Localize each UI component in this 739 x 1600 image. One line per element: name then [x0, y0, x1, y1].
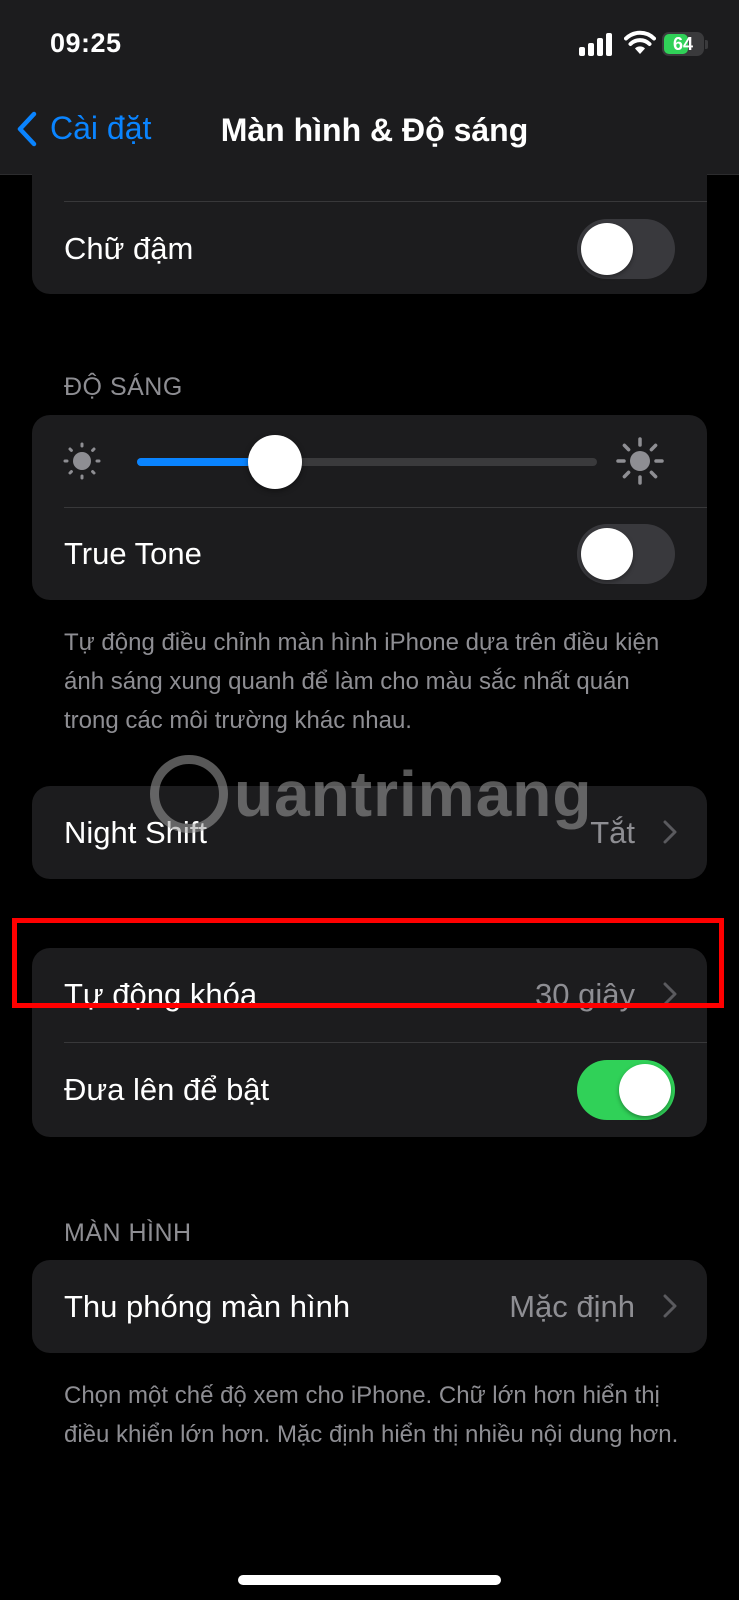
auto-lock-value: 30 giây [535, 976, 635, 1012]
night-shift-row[interactable]: Night Shift Tắt [32, 786, 707, 879]
sun-large-icon [616, 437, 664, 485]
display-zoom-row[interactable]: Thu phóng màn hình Mặc định [32, 1260, 707, 1353]
night-shift-card: Night Shift Tắt [32, 786, 707, 879]
raise-to-wake-row: Đưa lên để bật [32, 1043, 707, 1136]
raise-to-wake-toggle[interactable] [577, 1059, 675, 1120]
lock-settings-card: Tự động khóa 30 giây Đưa lên để bật [32, 948, 707, 1137]
display-zoom-footnote: Chọn một chế độ xem cho iPhone. Chữ lớn … [64, 1382, 679, 1448]
text-settings-card: Chữ đậm [32, 174, 707, 294]
status-time: 09:25 [50, 28, 122, 58]
brightness-slider[interactable] [137, 458, 597, 466]
display-section-header: MÀN HÌNH [64, 1219, 192, 1247]
sun-small-icon [63, 442, 101, 480]
true-tone-row: True Tone [32, 507, 707, 600]
toggle-knob [619, 1063, 671, 1116]
battery-nub [705, 40, 708, 49]
toggle-knob [581, 222, 633, 275]
display-zoom-value: Mặc định [509, 1288, 635, 1324]
chevron-right-icon [663, 982, 677, 1006]
auto-lock-label: Tự động khóa [64, 976, 258, 1012]
bold-text-row: Chữ đậm [32, 202, 707, 294]
toggle-knob [581, 527, 633, 580]
bold-text-label: Chữ đậm [64, 230, 194, 266]
brightness-slider-thumb[interactable] [248, 435, 302, 489]
chevron-right-icon [663, 1294, 677, 1318]
true-tone-toggle[interactable] [577, 523, 675, 584]
signal-icon [579, 32, 615, 56]
brightness-section-header: ĐỘ SÁNG [64, 373, 183, 401]
brightness-card: True Tone [32, 415, 707, 600]
bold-text-toggle[interactable] [577, 218, 675, 279]
night-shift-value: Tắt [590, 814, 635, 850]
true-tone-label: True Tone [64, 535, 202, 571]
wifi-icon [624, 30, 656, 54]
battery-percentage: 64 [672, 34, 694, 54]
battery-icon: 64 [662, 32, 704, 56]
true-tone-footnote: Tự động điều chỉnh màn hình iPhone dựa t… [64, 629, 660, 734]
night-shift-label: Night Shift [64, 814, 208, 850]
navigation-bar: Cài đặt Màn hình & Độ sáng [0, 90, 739, 175]
auto-lock-row[interactable]: Tự động khóa 30 giây [32, 948, 707, 1041]
status-bar: 09:25 64 [0, 0, 739, 90]
display-zoom-card: Thu phóng màn hình Mặc định [32, 1260, 707, 1353]
home-indicator[interactable] [238, 1575, 501, 1585]
page-title: Màn hình & Độ sáng [220, 112, 529, 148]
raise-to-wake-label: Đưa lên để bật [64, 1071, 270, 1107]
chevron-right-icon [663, 820, 677, 844]
brightness-slider-row [32, 415, 707, 507]
display-zoom-label: Thu phóng màn hình [64, 1288, 351, 1324]
